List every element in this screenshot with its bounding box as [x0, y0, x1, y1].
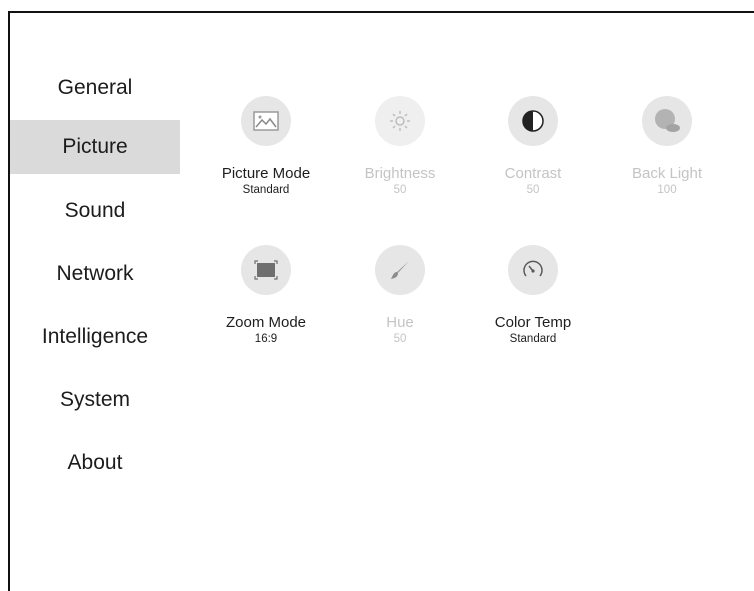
zoom-frame-icon	[254, 260, 278, 280]
brightness-value: 50	[393, 184, 407, 196]
back-light-icon-circle	[642, 96, 692, 146]
contrast-icon-circle	[508, 96, 558, 146]
hue-icon-circle	[375, 245, 425, 295]
sidebar-item-about[interactable]: About	[10, 435, 180, 498]
hue-tile[interactable]: Hue 50	[340, 245, 460, 345]
zoom-mode-icon-circle	[241, 245, 291, 295]
back-light-tile[interactable]: Back Light 100	[607, 96, 727, 196]
zoom-mode-label: Zoom Mode	[225, 314, 307, 331]
color-temp-value: Standard	[509, 333, 557, 345]
sidebar-item-system[interactable]: System	[10, 372, 180, 435]
brightness-label: Brightness	[364, 165, 436, 182]
zoom-mode-tile[interactable]: Zoom Mode 16:9	[206, 245, 326, 345]
color-temp-tile[interactable]: Color Temp Standard	[473, 245, 593, 345]
color-temp-icon-circle	[508, 245, 558, 295]
back-light-value: 100	[657, 184, 677, 196]
sidebar-item-intelligence[interactable]: Intelligence	[10, 309, 180, 372]
picture-mode-value: Standard	[242, 184, 290, 196]
color-temp-label: Color Temp	[494, 314, 572, 331]
sidebar-item-sound[interactable]: Sound	[10, 183, 180, 246]
sidebar-item-picture[interactable]: Picture	[10, 120, 180, 174]
zoom-mode-value: 16:9	[254, 333, 278, 345]
sidebar-item-general[interactable]: General	[10, 60, 180, 120]
hue-label: Hue	[386, 314, 414, 331]
image-icon	[253, 111, 279, 131]
hue-value: 50	[393, 333, 407, 345]
contrast-label: Contrast	[504, 165, 562, 182]
backlight-icon	[655, 109, 680, 132]
brightness-tile[interactable]: Brightness 50	[340, 96, 460, 196]
contrast-tile[interactable]: Contrast 50	[473, 96, 593, 196]
picture-mode-label: Picture Mode	[221, 165, 311, 182]
gauge-icon	[523, 260, 543, 277]
contrast-icon	[522, 110, 544, 132]
picture-mode-tile[interactable]: Picture Mode Standard	[206, 96, 326, 196]
sidebar: General Picture Sound Network Intelligen…	[10, 60, 180, 498]
sun-icon	[390, 111, 410, 131]
brightness-icon-circle	[375, 96, 425, 146]
back-light-label: Back Light	[631, 165, 703, 182]
contrast-value: 50	[526, 184, 540, 196]
brush-icon	[391, 261, 409, 279]
sidebar-item-network[interactable]: Network	[10, 246, 180, 309]
picture-mode-icon-circle	[241, 96, 291, 146]
